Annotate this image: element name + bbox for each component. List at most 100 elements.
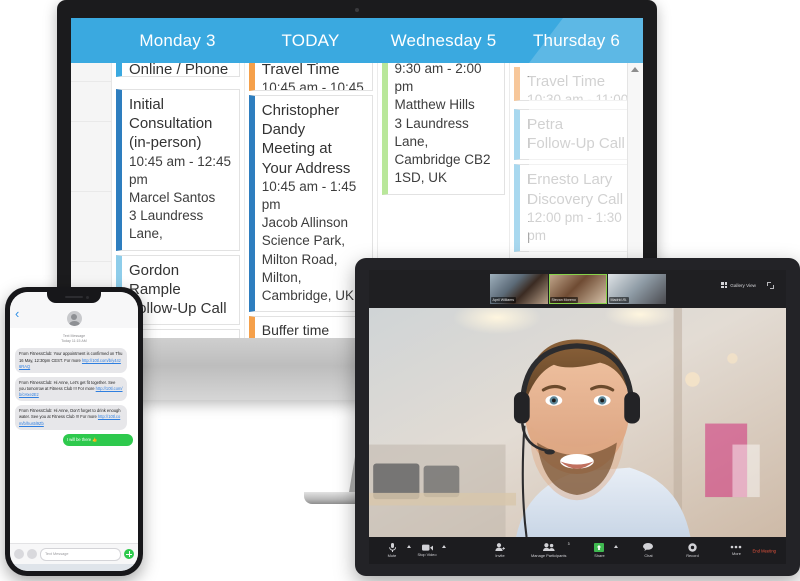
event-location: 3 Laundress Lane, xyxy=(129,208,204,242)
earpiece-speaker xyxy=(65,295,83,298)
scroll-up-arrow-icon[interactable] xyxy=(631,67,639,72)
event-title: Initial Consultation (in-person) xyxy=(129,96,213,152)
sms-timestamp: Text Message Today 11:15 AM xyxy=(15,334,133,344)
more-label: More xyxy=(732,550,741,556)
event-subtitle: Meeting at Your Address xyxy=(261,140,351,177)
event-time: 9:30 am - 2:00 pm xyxy=(394,61,482,95)
calendar-day-header-thursday[interactable]: Thursday 6 xyxy=(510,18,643,63)
share-screen-icon xyxy=(594,542,605,552)
contact-avatar[interactable] xyxy=(66,311,82,326)
chat-button[interactable]: Chat xyxy=(633,543,663,558)
send-icon[interactable] xyxy=(124,549,134,559)
tablet-device: April Williams Stevan Moreno Madrid /B. … xyxy=(355,258,800,576)
event-title: Buffer time xyxy=(261,322,330,338)
participant-thumbnail[interactable]: Stevan Moreno xyxy=(548,274,607,304)
event-location: Science Park, Milton Road, Milton, Cambr… xyxy=(261,233,355,304)
sms-message-thread[interactable]: Text Message Today 11:15 AM From Fitness… xyxy=(10,328,138,543)
back-chevron-icon[interactable]: ‹ xyxy=(15,307,19,320)
video-call-toolbar: Mute Stop Video Invite 3 Manage Particip… xyxy=(369,537,786,564)
participant-thumbnail-strip: April Williams Stevan Moreno Madrid /B. xyxy=(489,274,666,304)
stop-video-label: Stop Video xyxy=(417,552,437,558)
manage-participants-button[interactable]: 3 Manage Participants xyxy=(527,542,570,558)
event-title: Ernesto Lary xyxy=(527,171,613,189)
event-time: 10:45 am - 10:45 xyxy=(261,80,364,91)
calendar-event[interactable]: Christopher Dandy Meeting at Your Addres… xyxy=(248,95,373,313)
event-location: 3 Laundress Lane, Cambridge CB2 1SD, UK xyxy=(394,115,491,186)
participant-name: April Williams xyxy=(490,297,517,303)
calendar-day-header-monday[interactable]: Monday 3 xyxy=(111,18,244,63)
app-store-icon[interactable] xyxy=(27,549,37,559)
stop-video-button[interactable]: Stop Video xyxy=(412,544,442,558)
sms-bubble-incoming[interactable]: From FitnessClub: Hi Anne, Don't forget … xyxy=(15,405,127,430)
gallery-view-button[interactable]: Gallery View xyxy=(721,282,756,288)
calendar-event[interactable]: Initial Consultation (in-person) 10:45 a… xyxy=(116,89,240,251)
calendar-event[interactable]: Travel Time 10:30 am - 11:00 xyxy=(514,67,638,101)
calendar-gutter-header xyxy=(71,18,111,63)
event-person: Matthew Hills xyxy=(394,97,475,113)
calendar-day-header-wednesday[interactable]: Wednesday 5 xyxy=(377,18,510,63)
calendar-event[interactable]: Petra Follow-Up Call xyxy=(514,109,638,161)
mute-button[interactable]: Mute xyxy=(377,542,407,559)
event-subtitle: Follow-Up Call xyxy=(129,300,227,318)
active-speaker-video[interactable] xyxy=(369,308,786,537)
invite-label: Invite xyxy=(495,552,505,558)
sms-input-placeholder: Text Message xyxy=(45,552,69,556)
participant-name: Madrid /B. xyxy=(608,297,629,303)
grid-icon xyxy=(721,282,728,288)
manage-participants-label: Manage Participants xyxy=(531,552,567,558)
event-title: Travel Time xyxy=(527,73,606,90)
chat-label: Chat xyxy=(644,552,653,558)
front-camera-icon xyxy=(86,295,89,299)
calendar-event[interactable]: Buffer time Blocked Time 2:00 pm - 3:00 … xyxy=(248,316,373,338)
invite-person-icon xyxy=(495,543,505,552)
share-label: Share xyxy=(594,553,605,559)
video-options-caret-icon[interactable] xyxy=(442,545,446,548)
event-time: 10:30 am - 11:00 xyxy=(527,92,629,101)
calendar-event[interactable]: Ernesto Lary Discovery Call 12:00 pm - 1… xyxy=(514,164,638,253)
event-time: 10:45 am - 12:45 pm xyxy=(129,153,232,187)
invite-button[interactable]: Invite xyxy=(485,543,515,558)
sms-timestamp-value: Today 11:15 AM xyxy=(61,339,87,344)
chat-bubble-icon xyxy=(643,543,654,552)
webcam-icon xyxy=(355,8,359,12)
microphone-icon xyxy=(388,542,396,552)
event-title: Gordon Rample xyxy=(129,261,181,298)
camera-icon[interactable] xyxy=(14,549,24,559)
event-person: Jacob Allinson xyxy=(261,215,349,231)
sms-bubble-incoming[interactable]: From FitnessClub: Your appointment is co… xyxy=(15,348,127,373)
more-ellipsis-icon xyxy=(731,545,742,549)
video-feed-image xyxy=(369,308,786,537)
video-camera-icon xyxy=(421,544,433,551)
record-icon xyxy=(688,543,697,552)
event-subtitle: Follow-Up Call xyxy=(527,135,625,153)
calendar-event[interactable]: 9:30 am - 2:00 pm Matthew Hills 3 Laundr… xyxy=(381,55,506,195)
sms-text-input[interactable]: Text Message xyxy=(40,547,121,561)
participant-thumbnail[interactable]: Madrid /B. xyxy=(607,274,666,304)
mute-label: Mute xyxy=(387,553,397,559)
end-meeting-button[interactable]: End Meeting xyxy=(752,548,776,553)
event-title: Petra xyxy=(527,116,564,133)
video-call-filmstrip-bar: April Williams Stevan Moreno Madrid /B. … xyxy=(369,270,786,308)
phone-screen: ‹ Text Message Today 11:15 AM From Fitne… xyxy=(10,292,138,571)
more-button[interactable]: More xyxy=(721,545,751,556)
event-time: 12:00 pm - 1:30 pm xyxy=(527,209,622,243)
record-button[interactable]: Record xyxy=(677,543,707,558)
share-options-caret-icon[interactable] xyxy=(614,545,619,548)
fullscreen-icon[interactable] xyxy=(767,282,774,289)
event-time: 10:45 am - 1:45 pm xyxy=(261,178,357,212)
participants-icon xyxy=(542,543,555,552)
event-subtitle: Discovery Call xyxy=(527,190,624,208)
calendar-day-header-today[interactable]: TODAY xyxy=(244,18,377,63)
mute-options-caret-icon[interactable] xyxy=(407,545,411,548)
participants-count-badge: 3 xyxy=(567,542,570,547)
event-person: Marcel Santos xyxy=(129,190,216,205)
share-screen-button[interactable]: Share xyxy=(584,542,614,559)
tablet-screen: April Williams Stevan Moreno Madrid /B. … xyxy=(369,270,786,564)
participant-thumbnail[interactable]: April Williams xyxy=(489,274,548,304)
event-title: Christopher Dandy xyxy=(261,102,340,139)
sms-bubble-incoming[interactable]: From FitnessClub: Hi Anne, Let's get fit… xyxy=(15,376,127,402)
gallery-view-label: Gallery View xyxy=(730,282,756,288)
calendar-day-header-row: Monday 3 TODAY Wednesday 5 Thursday 6 xyxy=(71,18,643,63)
sms-input-row: Text Message xyxy=(10,543,138,564)
sms-bubble-outgoing[interactable]: I will be there 👍 xyxy=(63,433,133,446)
